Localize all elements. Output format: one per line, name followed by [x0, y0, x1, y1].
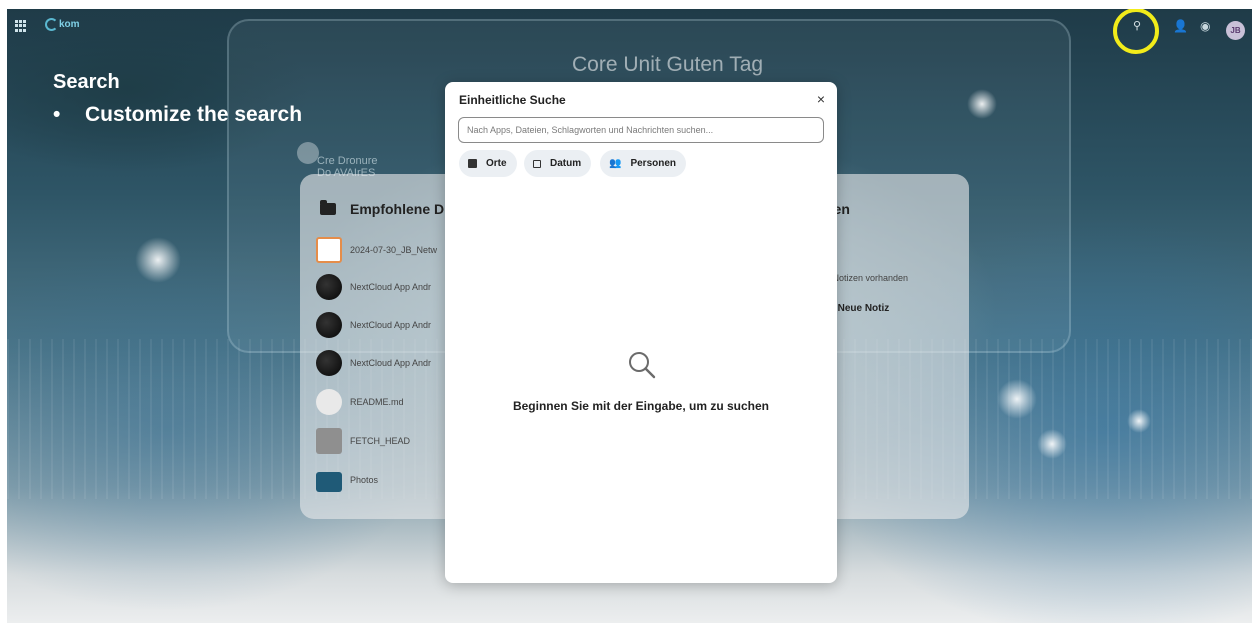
filter-places-label: Orte [486, 158, 507, 169]
top-bar: kom ⚲ 👤 ◉ JB [7, 9, 1252, 54]
background-glow [135, 237, 181, 283]
magnifier-icon [629, 352, 656, 379]
file-thumbnail [316, 312, 342, 338]
logo-ring-icon [45, 18, 58, 31]
user-avatar[interactable]: JB [1226, 21, 1245, 40]
bullet-marker: • [53, 103, 61, 126]
file-list-item[interactable]: README.md [316, 388, 404, 416]
recommended-files-heading: Empfohlene D [320, 200, 445, 217]
file-list-item[interactable]: NextCloud App Andr [316, 349, 431, 377]
filter-places-button[interactable]: Orte [459, 150, 517, 177]
background-dashboard-title: Core Unit Guten Tag [572, 53, 764, 76]
close-icon[interactable]: × [817, 91, 825, 107]
file-list-item[interactable]: Photos [316, 466, 378, 494]
slide-title: Search [53, 71, 120, 93]
folder-icon [320, 200, 336, 215]
slide-bullet: • Customize the search [53, 103, 302, 127]
recommended-files-heading-text: Empfohlene D [350, 201, 445, 217]
people-icon: 👥 [609, 158, 622, 169]
file-thumbnail [316, 389, 342, 415]
slide-bullet-text: Customize the search [85, 103, 303, 126]
background-glow [967, 89, 997, 119]
file-name: NextCloud App Andr [350, 320, 432, 330]
filter-date-button[interactable]: Datum [524, 150, 592, 177]
file-thumbnail [316, 237, 342, 263]
file-name: 2024-07-30_JB_Netw [350, 245, 438, 255]
background-subtitle-line: Cre Dronure [317, 155, 378, 167]
file-thumbnail [316, 428, 342, 454]
brand-logo[interactable]: kom [45, 18, 80, 31]
background-glow [997, 379, 1037, 419]
filter-date-label: Datum [550, 158, 582, 169]
background-avatar-shape [297, 142, 319, 164]
empty-state-message: Beginnen Sie mit der Eingabe, um zu such… [512, 399, 770, 413]
file-thumbnail [316, 274, 342, 300]
contacts-icon[interactable]: 👤 [1173, 19, 1188, 33]
background-glow [1037, 429, 1067, 459]
file-list-item[interactable]: FETCH_HEAD [316, 427, 410, 455]
file-name: Photos [350, 475, 379, 485]
file-name: NextCloud App Andr [350, 358, 432, 368]
file-name: NextCloud App Andr [350, 282, 432, 292]
file-name: README.md [350, 397, 404, 407]
dialog-title: Einheitliche Suche [459, 93, 566, 107]
logo-text: kom [59, 19, 80, 31]
background-glow [1127, 409, 1151, 433]
places-icon [468, 159, 477, 168]
desktop-background: Core Unit Guten Tag Cre Dronure Do AVAIr… [7, 9, 1252, 623]
folder-icon [316, 471, 342, 492]
file-list-item[interactable]: NextCloud App Andr [316, 273, 431, 301]
unified-search-dialog: Einheitliche Suche × Orte Datum 👥 Persone… [445, 82, 837, 583]
filter-people-label: Personen [630, 158, 677, 169]
search-input[interactable] [458, 117, 824, 143]
calendar-icon [533, 159, 541, 168]
file-list-item[interactable]: 2024-07-30_JB_Netw [316, 236, 437, 264]
notifications-icon[interactable]: ◉ [1200, 19, 1210, 33]
apps-grid-icon[interactable] [15, 20, 27, 32]
highlight-ring [1113, 9, 1159, 54]
filter-people-button[interactable]: 👥 Personen [600, 150, 687, 177]
file-list-item[interactable]: NextCloud App Andr [316, 311, 431, 339]
file-name: FETCH_HEAD [350, 436, 411, 446]
new-note-label: Neue Notiz [837, 303, 890, 314]
file-thumbnail [316, 350, 342, 376]
